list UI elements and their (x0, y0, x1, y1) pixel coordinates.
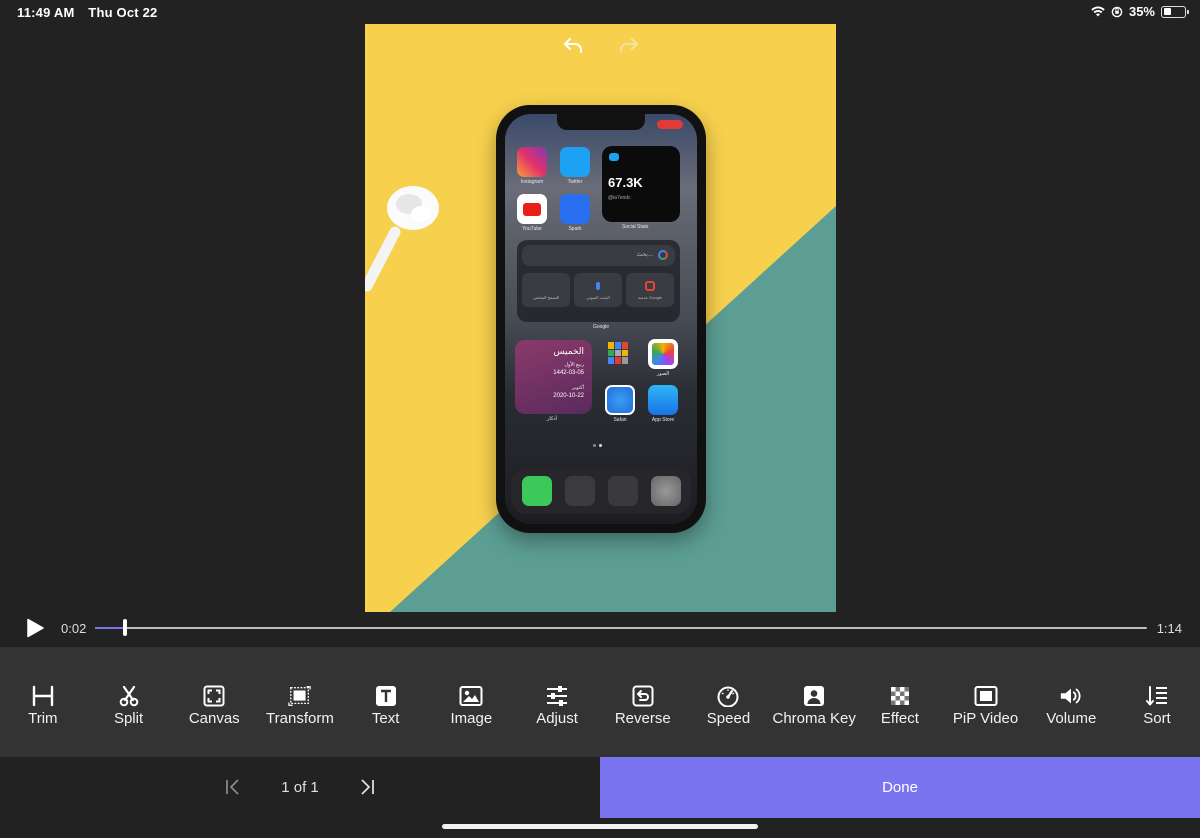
done-button[interactable]: Done (600, 757, 1200, 818)
image-icon (459, 684, 483, 708)
twitter-bird-icon (609, 153, 619, 161)
tool-canvas[interactable]: Canvas (171, 647, 257, 757)
twitter-app: Twitter (560, 147, 590, 185)
edit-toolbar: Trim Split Canvas Transform Text Image A… (0, 647, 1200, 757)
tool-reverse[interactable]: Reverse (600, 647, 686, 757)
home-indicator (442, 824, 758, 829)
phone-call-icon (521, 476, 552, 506)
editor-screen: 11:49 AM Thu Oct 22 35% Instagram Twitte… (0, 0, 1200, 838)
photos-icon (648, 339, 678, 369)
safari-icon (605, 385, 635, 415)
tool-speed[interactable]: Speed (686, 647, 772, 757)
sort-icon (1145, 684, 1169, 708)
google-widget: بحث... التصفح المتخفي البحث الصوتي عدسة … (517, 240, 680, 322)
tool-image[interactable]: Image (429, 647, 515, 757)
tool-adjust[interactable]: Adjust (514, 647, 600, 757)
tool-pip-video[interactable]: PiP Video (943, 647, 1029, 757)
tool-volume[interactable]: Volume (1028, 647, 1114, 757)
trim-icon (31, 684, 55, 708)
page-indicator: 1 of 1 (281, 778, 319, 796)
battery-percent: 35% (1128, 4, 1155, 19)
tool-sort[interactable]: Sort (1114, 647, 1200, 757)
video-preview[interactable]: Instagram Twitter YouTube Spark 67.3K @i… (365, 24, 836, 612)
battery-icon (1161, 5, 1189, 18)
social-stats-widget: 67.3K @ia7endc (602, 146, 680, 222)
mic-icon (596, 282, 600, 290)
telegram-icon (564, 476, 595, 506)
phone-screen: Instagram Twitter YouTube Spark 67.3K @i… (505, 114, 697, 524)
speedometer-icon (716, 684, 740, 708)
twitter-icon (560, 147, 590, 177)
speaker-icon (1059, 684, 1083, 708)
tool-split[interactable]: Split (86, 647, 172, 757)
youtube-icon (517, 194, 547, 224)
play-button[interactable] (26, 618, 44, 638)
spark-app: Spark (560, 194, 590, 232)
redo-icon[interactable] (618, 36, 640, 54)
app-folder (608, 342, 630, 364)
page-dots (593, 444, 602, 447)
wifi-icon (1091, 6, 1105, 17)
timeline-scrubber[interactable] (123, 619, 128, 636)
instagram-app: Instagram (517, 147, 547, 185)
safari-app: Safari (605, 385, 635, 423)
orientation-lock-icon (1111, 6, 1123, 17)
phone-dock (511, 468, 691, 514)
tool-transform[interactable]: Transform (257, 647, 343, 757)
app-store-app: App Store (648, 385, 678, 423)
last-page-icon[interactable] (359, 778, 375, 796)
instagram-icon (517, 147, 547, 177)
timeline-track[interactable] (95, 627, 1147, 629)
pip-icon (974, 684, 998, 708)
reverse-icon (631, 684, 655, 708)
pager: 1 of 1 (0, 757, 600, 817)
chroma-key-icon (802, 684, 826, 708)
text-icon (374, 684, 398, 708)
undo-icon[interactable] (562, 36, 584, 54)
earbud-image (365, 186, 439, 292)
tool-chroma-key[interactable]: Chroma Key (771, 647, 857, 757)
youtube-app: YouTube (517, 194, 547, 232)
app-store-icon (648, 385, 678, 415)
current-time: 0:02 (61, 621, 87, 636)
calendar-widget: الخميس ربيع الأول 1442-03-05 أكتوبر 2020… (515, 340, 592, 414)
settings-icon (650, 476, 681, 506)
tool-trim[interactable]: Trim (0, 647, 86, 757)
total-time: 1:14 (1156, 621, 1182, 636)
phone-image: Instagram Twitter YouTube Spark 67.3K @i… (496, 105, 706, 533)
sliders-icon (545, 684, 569, 708)
status-date: Thu Oct 22 (88, 5, 158, 20)
transform-icon (288, 684, 312, 708)
tweetbot-icon (607, 476, 638, 506)
tool-effect[interactable]: Effect (857, 647, 943, 757)
timeline-progress (95, 627, 124, 629)
tool-text[interactable]: Text (343, 647, 429, 757)
checkerboard-icon (888, 684, 912, 708)
first-page-icon[interactable] (225, 778, 241, 796)
photos-app: الصور (648, 339, 678, 377)
lens-icon (645, 281, 655, 291)
spark-icon (560, 194, 590, 224)
google-g-icon (658, 250, 668, 260)
status-bar: 11:49 AM Thu Oct 22 35% (0, 0, 1200, 24)
scissors-icon (117, 684, 141, 708)
status-time: 11:49 AM (17, 5, 75, 20)
canvas-icon (202, 684, 226, 708)
